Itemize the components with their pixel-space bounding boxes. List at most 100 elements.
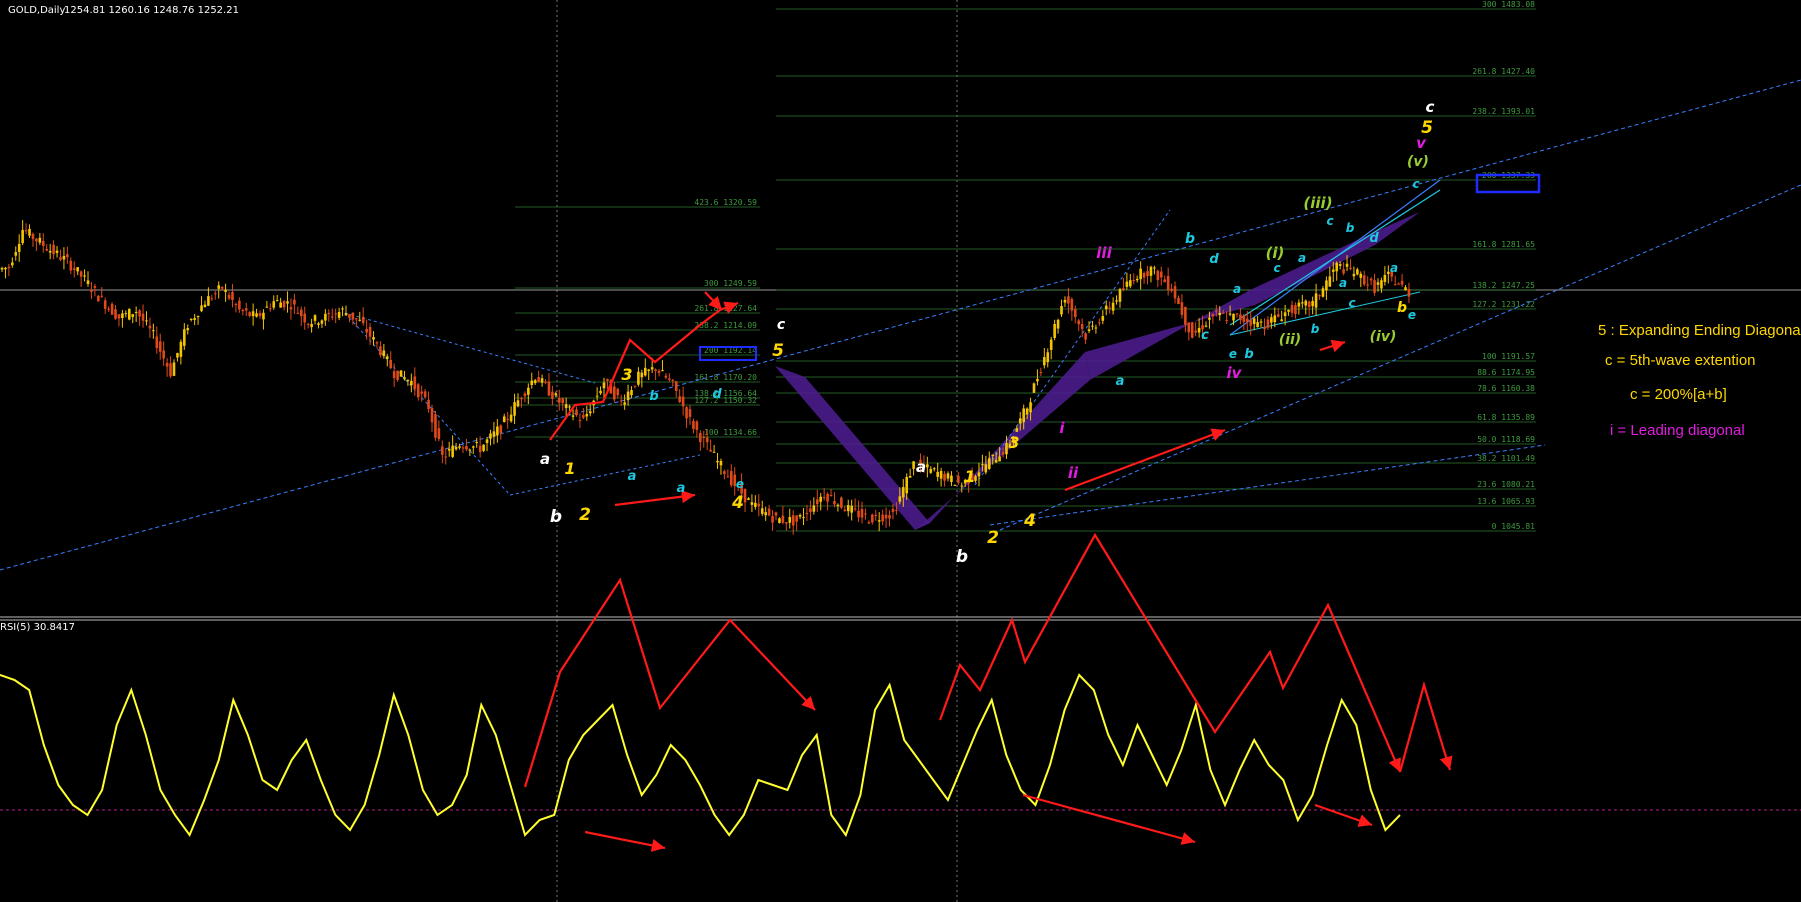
wave-label: 4: [1023, 511, 1036, 531]
candle-body: [527, 387, 530, 395]
candle-body: [14, 252, 18, 256]
candle-body: [165, 362, 169, 367]
candle-body: [815, 499, 819, 505]
candle-body: [1239, 314, 1242, 321]
candle-body: [908, 475, 912, 478]
candle-body: [389, 359, 393, 369]
candle-body: [1283, 312, 1287, 317]
candle-body: [461, 447, 465, 449]
candle-body: [1163, 279, 1167, 283]
candle-body: [623, 402, 626, 405]
candle-body: [482, 444, 485, 451]
candle-body: [1170, 288, 1173, 292]
candle-body: [671, 379, 675, 381]
candle-body: [771, 516, 774, 523]
wave-label: a: [1116, 374, 1125, 389]
candle-body: [509, 414, 513, 422]
candle-body: [213, 293, 217, 295]
candle-body: [520, 398, 523, 400]
candle-body: [688, 409, 692, 417]
candle-body: [1362, 275, 1366, 285]
candle-body: [1314, 293, 1318, 308]
candle-body: [1215, 310, 1218, 312]
candle-body: [1338, 264, 1342, 266]
candle-body: [1046, 352, 1050, 363]
candle-body: [430, 408, 434, 423]
wave-label: a: [916, 458, 926, 476]
candle-body: [203, 304, 207, 308]
candle-body: [1190, 322, 1194, 338]
candle-body: [234, 304, 238, 306]
candle-body: [843, 509, 847, 512]
candle-body: [943, 473, 946, 481]
candle-body: [110, 303, 114, 315]
candle-body: [1397, 283, 1400, 285]
fib-level-label: 127.2 1150.32: [694, 396, 757, 405]
wave-label: b: [1346, 221, 1355, 235]
candle-body: [200, 305, 203, 312]
wave-label: (iii): [1303, 194, 1332, 212]
candle-body: [932, 468, 936, 470]
wave-label: a: [628, 469, 637, 484]
candle-body: [1067, 296, 1070, 304]
candle-body: [981, 464, 984, 466]
candle-body: [795, 515, 798, 522]
candle-body: [1294, 305, 1297, 315]
fib-level-label: 161.8 1281.65: [1472, 240, 1535, 249]
wave-label: v: [1417, 137, 1426, 152]
candle-body: [836, 504, 840, 507]
candle-body: [785, 522, 788, 524]
candle-body: [1235, 313, 1239, 315]
fib-level-label: 78.6 1160.38: [1477, 384, 1535, 393]
candle-body: [444, 456, 448, 458]
candle-body: [643, 367, 647, 376]
candle-body: [262, 312, 265, 320]
fib-level-label: 261.8 1427.40: [1472, 67, 1535, 76]
fib-level-label: 100 1134.66: [704, 428, 757, 437]
fib-level-label: 38.2 1101.49: [1477, 454, 1535, 463]
candle-body: [62, 256, 66, 260]
candle-body: [826, 494, 829, 502]
candle-body: [93, 286, 97, 288]
candle-body: [413, 376, 417, 389]
wave-label: 5: [1421, 118, 1433, 138]
candle-body: [416, 384, 420, 398]
candle-body: [716, 460, 719, 463]
candle-body: [341, 308, 344, 310]
candle-body: [1204, 325, 1208, 327]
candle-body: [791, 515, 795, 526]
wave-label: b: [1244, 347, 1253, 362]
candle-body: [1376, 282, 1380, 285]
candle-body: [950, 475, 953, 483]
candle-body: [265, 306, 269, 308]
candle-body: [348, 314, 351, 318]
candle-body: [327, 313, 331, 315]
candle-body: [1301, 302, 1304, 304]
candle-body: [709, 449, 712, 452]
candle-body: [674, 381, 678, 391]
candle-body: [176, 353, 179, 358]
candle-body: [1321, 288, 1325, 297]
candle-body: [857, 510, 860, 518]
candle-body: [1187, 322, 1191, 333]
candle-body: [640, 372, 644, 378]
candle-body: [1307, 301, 1311, 308]
candle-body: [114, 309, 117, 319]
candle-body: [506, 418, 509, 420]
candle-body: [28, 228, 31, 236]
candle-body: [238, 300, 241, 310]
candle-body: [272, 301, 276, 308]
candle-body: [427, 399, 430, 410]
candle-body: [571, 415, 575, 417]
candle-body: [723, 471, 726, 475]
candle-body: [998, 456, 1001, 462]
candle-body: [1149, 266, 1153, 276]
candle-body: [399, 370, 403, 377]
wave-label: (ii): [1279, 332, 1301, 348]
candle-body: [874, 515, 878, 517]
candle-body: [317, 323, 320, 326]
candle-body: [695, 421, 699, 430]
candle-body: [127, 308, 131, 320]
candle-body: [1098, 322, 1101, 324]
wave-label: 5: [772, 341, 784, 361]
